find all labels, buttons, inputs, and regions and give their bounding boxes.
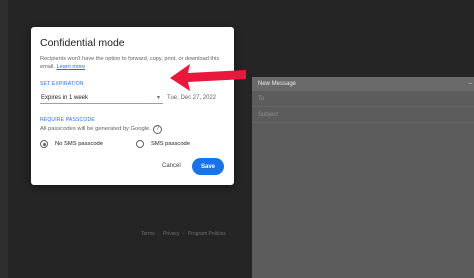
expiration-date: Tue, Dec 27, 2022 xyxy=(167,95,217,101)
expiration-select[interactable]: Expires in 1 week ▼ xyxy=(40,93,163,104)
compose-title: New Message xyxy=(258,81,297,87)
expiration-selected-value: Expires in 1 week xyxy=(41,95,89,101)
dialog-title: Confidential mode xyxy=(40,37,125,49)
cancel-button[interactable]: Cancel xyxy=(162,163,181,169)
minimize-icon[interactable]: – xyxy=(469,77,472,91)
no-sms-radio[interactable] xyxy=(40,140,48,148)
sms-radio[interactable] xyxy=(136,140,144,148)
compose-window: New Message – To Subject xyxy=(252,77,474,278)
terms-link[interactable]: Terms xyxy=(141,231,155,237)
footer-links: Terms · Privacy · Program Policies xyxy=(141,231,228,237)
chevron-down-icon: ▼ xyxy=(156,95,161,101)
save-button[interactable]: Save xyxy=(192,158,224,175)
set-expiration-label: SET EXPIRATION xyxy=(40,81,84,87)
no-sms-label: No SMS passcode xyxy=(55,141,104,147)
compose-header: New Message – xyxy=(252,77,474,91)
help-circle-icon[interactable]: ? xyxy=(153,125,162,134)
sms-label: SMS passcode xyxy=(151,141,190,147)
program-policies-link[interactable]: Program Policies xyxy=(188,231,226,237)
passcode-note: All passcodes will be generated by Googl… xyxy=(40,126,151,132)
subject-field[interactable]: Subject xyxy=(252,107,474,123)
confidential-mode-dialog: Confidential mode Recipients won't have … xyxy=(31,27,234,185)
footer-separator: · xyxy=(182,231,185,237)
learn-more-link[interactable]: Learn more xyxy=(56,64,85,70)
footer-separator: · xyxy=(158,231,160,237)
red-arrow-annotation xyxy=(170,64,246,91)
privacy-link[interactable]: Privacy xyxy=(163,231,179,237)
to-field[interactable]: To xyxy=(252,91,474,107)
left-edge-strip xyxy=(0,0,8,278)
require-passcode-label: REQUIRE PASSCODE xyxy=(40,117,95,123)
